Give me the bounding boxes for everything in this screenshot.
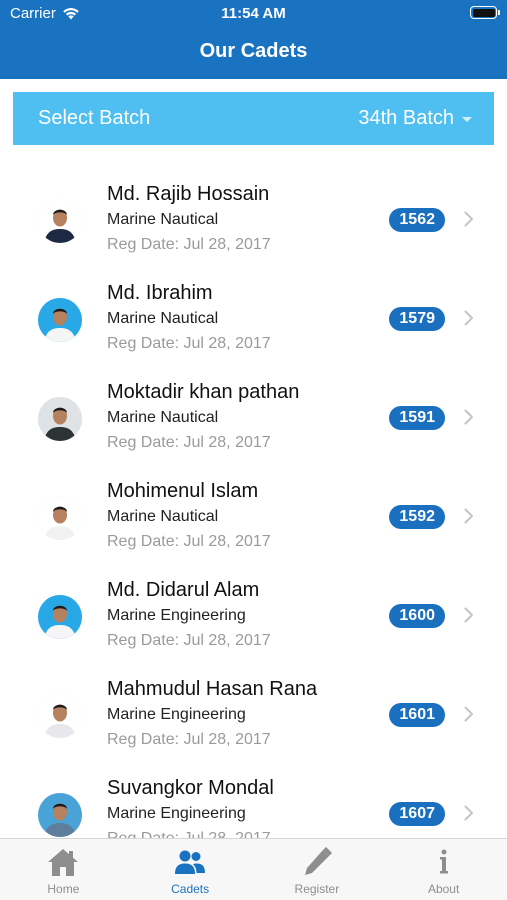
cadet-reg-date: Reg Date: Jul 28, 2017	[107, 632, 271, 649]
cadet-id-badge: 1579	[389, 307, 445, 331]
battery-icon	[470, 6, 500, 19]
tab-label: Cadets	[171, 882, 210, 896]
caret-down-icon	[462, 117, 472, 122]
cadet-list[interactable]: Md. Rajib Hossain Marine Nautical Reg Date…	[0, 170, 507, 838]
cadet-row[interactable]: Suvangkor Mondal Marine Engineering Reg Da…	[0, 764, 507, 838]
nav-header: Carrier 11:54 AM Our Cadets	[0, 0, 507, 79]
avatar	[38, 694, 82, 738]
cadet-id-badge: 1607	[389, 802, 445, 826]
pencil-icon	[304, 847, 332, 875]
cadet-reg-date: Reg Date: Jul 28, 2017	[107, 236, 271, 253]
cadet-row[interactable]: Mahmudul Hasan Rana Marine Engineering Reg…	[0, 665, 507, 764]
tab-bar: Home Cadets Register About	[0, 838, 507, 900]
chevron-right-icon	[464, 508, 473, 524]
cadet-department: Marine Nautical	[107, 409, 219, 426]
cadet-department: Marine Nautical	[107, 211, 219, 228]
tab-label: About	[427, 882, 460, 896]
tab-label: Register	[294, 882, 340, 896]
cadet-name: Suvangkor Mondal	[107, 777, 274, 799]
cadet-department: Marine Nautical	[107, 508, 219, 525]
cadet-name: Moktadir khan pathan	[107, 381, 300, 403]
avatar	[38, 496, 82, 540]
avatar	[38, 595, 82, 639]
cadet-department: Marine Nautical	[107, 310, 219, 327]
cadet-id-badge: 1601	[389, 703, 445, 727]
cadet-name: Mohimenul Islam	[107, 480, 259, 502]
batch-selector-label: Select Batch	[38, 107, 151, 129]
cadet-reg-date: Reg Date: Jul 28, 2017	[107, 335, 271, 352]
cadet-id-badge: 1600	[389, 604, 445, 628]
home-icon	[48, 849, 79, 876]
people-icon	[175, 850, 206, 874]
info-icon	[439, 849, 448, 874]
avatar	[38, 298, 82, 342]
cadet-department: Marine Engineering	[107, 607, 246, 624]
batch-selector[interactable]: Select Batch 34th Batch	[13, 92, 494, 145]
cadet-row[interactable]: Md. Didarul Alam Marine Engineering Reg Da…	[0, 566, 507, 665]
cadet-row[interactable]: Md. Rajib Hossain Marine Nautical Reg Date…	[0, 170, 507, 269]
status-time: 11:54 AM	[221, 5, 286, 22]
cadet-department: Marine Engineering	[107, 706, 246, 723]
tab-home[interactable]: Home	[0, 839, 127, 900]
cadet-name: Md. Didarul Alam	[107, 579, 260, 601]
chevron-right-icon	[464, 211, 473, 227]
chevron-right-icon	[464, 805, 473, 821]
page-title: Our Cadets	[199, 40, 308, 62]
cadet-reg-date: Reg Date: Jul 28, 2017	[107, 434, 271, 451]
avatar	[38, 793, 82, 837]
cadet-row[interactable]: Mohimenul Islam Marine Nautical Reg Date: …	[0, 467, 507, 566]
chevron-right-icon	[464, 607, 473, 623]
batch-dropdown[interactable]: 34th Batch	[358, 107, 472, 130]
tab-about[interactable]: About	[380, 839, 507, 900]
cadet-id-badge: 1591	[389, 406, 445, 430]
chevron-right-icon	[464, 409, 473, 425]
cadet-department: Marine Engineering	[107, 805, 246, 822]
batch-selected-value: 34th Batch	[358, 107, 454, 129]
status-bar: Carrier 11:54 AM	[0, 0, 507, 28]
cadet-row[interactable]: Moktadir khan pathan Marine Nautical Reg D…	[0, 368, 507, 467]
cadet-name: Mahmudul Hasan Rana	[107, 678, 318, 700]
avatar	[38, 397, 82, 441]
cadet-row[interactable]: Md. Ibrahim Marine Nautical Reg Date: Jul …	[0, 269, 507, 368]
cadet-reg-date: Reg Date: Jul 28, 2017	[107, 533, 271, 550]
cadet-id-badge: 1562	[389, 208, 445, 232]
cadet-reg-date: Reg Date: Jul 28, 2017	[107, 830, 271, 838]
cadets-screen: Carrier 11:54 AM Our Cadets Select Batch…	[0, 0, 507, 900]
cadet-id-badge: 1592	[389, 505, 445, 529]
avatar	[38, 199, 82, 243]
chevron-right-icon	[464, 310, 473, 326]
tab-register[interactable]: Register	[254, 839, 381, 900]
tab-label: Home	[47, 882, 80, 896]
cadet-name: Md. Ibrahim	[107, 282, 213, 304]
cadet-name: Md. Rajib Hossain	[107, 183, 270, 205]
cadet-reg-date: Reg Date: Jul 28, 2017	[107, 731, 271, 748]
chevron-right-icon	[464, 706, 473, 722]
tab-cadets[interactable]: Cadets	[127, 839, 254, 900]
